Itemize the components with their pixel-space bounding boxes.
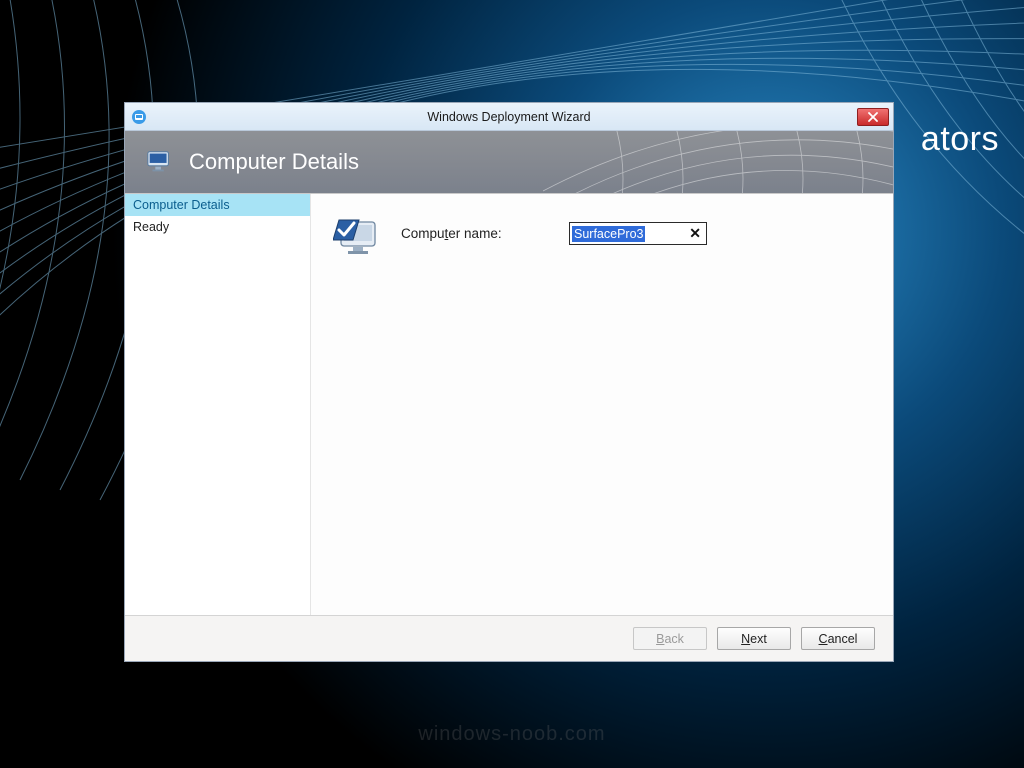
close-button[interactable]	[857, 108, 889, 126]
computer-check-icon	[333, 212, 383, 262]
monitor-icon	[145, 147, 175, 177]
computer-name-value: SurfacePro3	[572, 226, 645, 242]
sidebar-item-computer-details[interactable]: Computer Details	[125, 194, 310, 216]
titlebar[interactable]: Windows Deployment Wizard	[125, 103, 893, 131]
computer-name-row: Computer name: SurfacePro3 ✕	[333, 212, 871, 262]
background-partial-text: ators	[921, 120, 999, 159]
label-text-pre: Compu	[401, 226, 445, 241]
close-icon	[868, 112, 878, 122]
watermark-text: windows-noob.com	[418, 723, 605, 746]
wizard-content: Computer name: SurfacePro3 ✕	[311, 194, 893, 615]
computer-name-label: Computer name:	[401, 212, 551, 241]
window-title: Windows Deployment Wizard	[125, 110, 893, 124]
label-text-post: er name:	[448, 226, 501, 241]
back-button: Back	[633, 627, 707, 650]
wizard-footer: Back Next Cancel	[125, 615, 893, 661]
banner-mesh-icon	[543, 131, 893, 193]
cancel-button[interactable]: Cancel	[801, 627, 875, 650]
computer-name-input[interactable]: SurfacePro3 ✕	[569, 222, 707, 245]
clear-input-icon[interactable]: ✕	[686, 225, 704, 242]
wizard-dialog: Windows Deployment Wizard Computer Detai…	[124, 102, 894, 662]
next-button[interactable]: Next	[717, 627, 791, 650]
app-icon	[131, 109, 147, 125]
banner: Computer Details	[125, 131, 893, 193]
wizard-sidebar: Computer Details Ready	[125, 194, 311, 615]
dialog-body: Computer Details Ready Computer name: Su…	[125, 193, 893, 615]
banner-title: Computer Details	[189, 149, 359, 175]
sidebar-item-ready[interactable]: Ready	[125, 216, 310, 238]
